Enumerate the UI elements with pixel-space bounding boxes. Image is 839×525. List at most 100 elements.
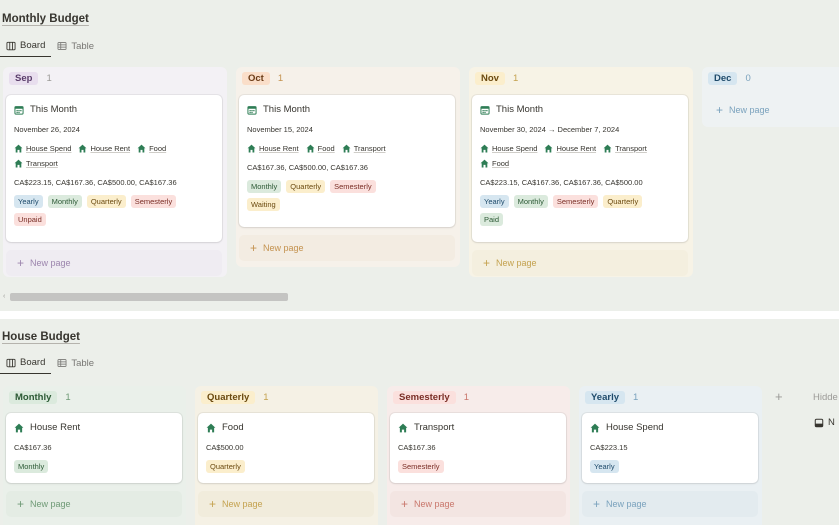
group-label[interactable]: Yearly <box>585 391 625 404</box>
card-food[interactable]: Food CA$500.00 Quarterly <box>198 413 374 483</box>
group-count: 1 <box>46 73 52 84</box>
relation-label: Food <box>149 144 167 153</box>
relation-label: Transport <box>26 159 58 168</box>
card-tags: Monthly Quarterly Semesterly <box>247 180 447 193</box>
tab-board[interactable]: Board <box>0 353 52 374</box>
group-label[interactable]: Monthly <box>9 391 58 404</box>
group-label[interactable]: Nov <box>475 72 505 85</box>
card-this-month-oct[interactable]: This Month November 15, 2024 House Rent … <box>239 95 455 227</box>
card-title-text: House Spend <box>606 422 664 433</box>
column-header: Monthly 1 <box>3 386 186 409</box>
relation-house-spend[interactable]: House Spend <box>480 144 537 153</box>
tag-monthly: Monthly <box>247 180 282 193</box>
card-title: This Month <box>247 104 447 115</box>
card-title: This Month <box>480 104 680 115</box>
card-amount: CA$500.00 <box>206 443 244 452</box>
section-divider <box>0 311 839 319</box>
relation-house-rent[interactable]: House Rent <box>247 144 299 153</box>
hidden-group-item-label: N <box>828 417 835 428</box>
tab-board-label: Board <box>20 357 46 368</box>
group-label[interactable]: Quarterly <box>201 391 256 404</box>
card-title: Transport <box>398 422 558 433</box>
tag-semesterly: Semesterly <box>130 195 177 208</box>
group-count: 0 <box>745 73 751 84</box>
new-page-button[interactable]: + New page <box>582 491 758 517</box>
tag-monthly: Monthly <box>14 460 49 473</box>
tag-quarterly: Quarterly <box>286 180 326 193</box>
plus-icon: + <box>593 497 601 511</box>
scroll-left-arrow-icon[interactable]: ‹ <box>3 293 5 300</box>
new-page-button[interactable]: + New page <box>239 235 455 261</box>
new-page-button[interactable]: + New page <box>390 491 566 517</box>
tag-quarterly: Quarterly <box>86 195 126 208</box>
new-page-label: New page <box>496 258 537 268</box>
board-icon <box>6 41 16 51</box>
tab-board[interactable]: Board <box>0 36 52 57</box>
relation-food[interactable]: Food <box>306 144 335 153</box>
card-date: November 15, 2024 <box>247 125 313 134</box>
hidden-group-item[interactable]: N <box>814 417 835 428</box>
card-house-spend[interactable]: House Spend CA$223.15 Yearly <box>582 413 758 483</box>
card-date: November 26, 2024 <box>14 125 80 134</box>
add-group-button[interactable]: + <box>775 389 783 404</box>
card-house-rent[interactable]: House Rent CA$167.36 Monthly <box>6 413 182 483</box>
house-icon <box>137 144 146 153</box>
card-amount: CA$223.15 <box>590 443 628 452</box>
new-page-button[interactable]: + New page <box>198 491 374 517</box>
horizontal-scrollbar[interactable] <box>10 293 288 301</box>
relation-label: Food <box>317 144 335 153</box>
tab-table[interactable]: Table <box>51 353 100 374</box>
plus-icon: + <box>401 497 409 511</box>
house-icon <box>14 423 24 433</box>
new-page-label: New page <box>30 258 71 268</box>
relation-house-rent[interactable]: House Rent <box>78 144 130 153</box>
tab-board-label: Board <box>20 40 46 51</box>
card-amounts: CA$223.15, CA$167.36, CA$500.00, CA$167.… <box>14 178 177 187</box>
card-title-text: This Month <box>30 104 77 115</box>
tag-yearly: Yearly <box>590 460 619 473</box>
tag-quarterly: Quarterly <box>206 460 245 473</box>
relation-house-rent[interactable]: House Rent <box>544 144 596 153</box>
new-page-button[interactable]: + New page <box>6 250 222 276</box>
status-badge: Paid <box>480 213 504 226</box>
new-page-button[interactable]: + New page <box>705 97 839 123</box>
plus-icon: + <box>250 241 258 255</box>
new-page-label: New page <box>729 105 770 115</box>
table-icon <box>57 358 67 368</box>
card-title: House Rent <box>14 422 174 433</box>
hidden-groups-label: Hidde <box>813 392 838 403</box>
monthly-budget-title[interactable]: Monthly Budget <box>2 13 89 25</box>
relation-label: House Rent <box>259 144 299 153</box>
card-this-month-nov[interactable]: This Month November 30, 2024 → December … <box>472 95 688 242</box>
tag-yearly: Yearly <box>14 195 43 208</box>
group-label[interactable]: Sep <box>9 72 39 85</box>
relation-transport[interactable]: Transport <box>342 144 386 153</box>
card-relations: House Rent Food Transport <box>247 144 447 153</box>
group-label[interactable]: Dec <box>708 72 738 85</box>
group-count: 1 <box>633 392 639 403</box>
tab-table[interactable]: Table <box>51 36 100 57</box>
card-title: This Month <box>14 104 214 115</box>
group-label[interactable]: Oct <box>242 72 270 85</box>
relation-transport[interactable]: Transport <box>14 159 58 168</box>
relation-transport[interactable]: Transport <box>603 144 647 153</box>
relation-label: House Rent <box>90 144 131 153</box>
card-title-text: Food <box>222 422 244 433</box>
relation-food[interactable]: Food <box>137 144 166 153</box>
group-label[interactable]: Semesterly <box>393 391 456 404</box>
new-page-label: New page <box>414 499 455 509</box>
card-this-month-sep[interactable]: This Month November 26, 2024 House Spend… <box>6 95 222 242</box>
column-header: Sep 1 <box>3 67 227 90</box>
card-transport[interactable]: Transport CA$167.36 Semesterly <box>390 413 566 483</box>
monthly-budget-view-tabs: Board Table <box>0 36 100 57</box>
relation-house-spend[interactable]: House Spend <box>14 144 71 153</box>
house-icon <box>206 423 216 433</box>
tab-table-label: Table <box>71 357 95 369</box>
new-page-label: New page <box>606 499 647 509</box>
new-page-button[interactable]: + New page <box>6 491 182 517</box>
new-page-button[interactable]: + New page <box>472 250 688 276</box>
monthly-budget-section: Monthly Budget Board Table Sep 1 This Mo… <box>0 0 839 311</box>
relation-food[interactable]: Food <box>480 159 509 168</box>
card-status: Waiting <box>247 198 447 211</box>
house-budget-title[interactable]: House Budget <box>2 331 80 343</box>
